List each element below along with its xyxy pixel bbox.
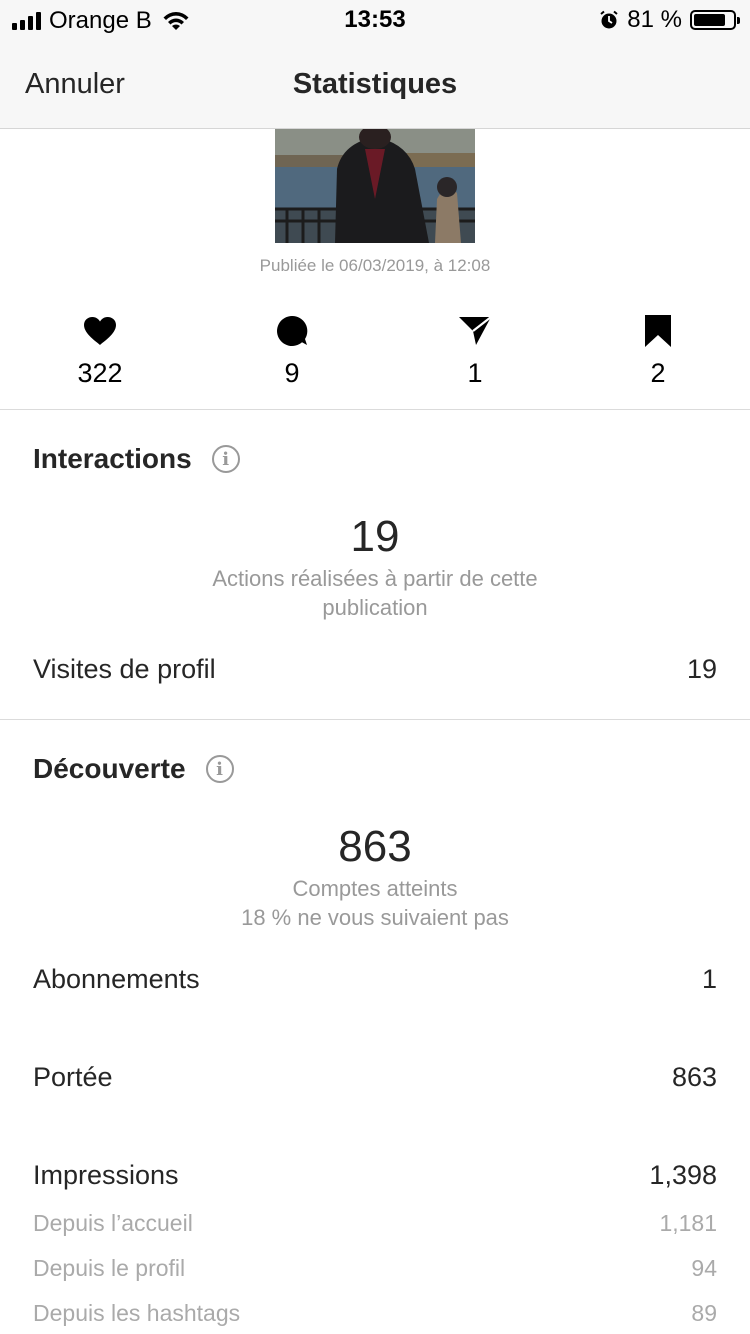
interactions-title: Interactions i — [33, 443, 240, 475]
battery-percent: 81 % — [627, 6, 682, 33]
stat-label: Impressions — [33, 1160, 179, 1190]
discovery-caption-1: Comptes atteints — [292, 876, 458, 901]
comments-value: 9 — [284, 358, 300, 388]
interactions-caption-2: publication — [322, 595, 428, 620]
info-icon[interactable]: i — [205, 755, 234, 783]
stat-value: 19 — [686, 654, 717, 684]
stat-subrow-hashtags: Depuis les hashtags 89 — [33, 1300, 717, 1327]
share-icon — [459, 316, 492, 345]
shares-value: 1 — [467, 358, 483, 388]
comments-count: 9 — [232, 312, 352, 389]
battery-icon — [690, 10, 740, 30]
stat-subrow-home: Depuis l’accueil 1,181 — [33, 1210, 717, 1237]
status-bar: Orange B 13:53 81 % — [0, 0, 750, 40]
likes-value: 322 — [77, 358, 123, 388]
stat-row-follows: Abonnements 1 — [33, 964, 717, 995]
post-counts: 322 9 1 2 — [0, 312, 750, 392]
discovery-title: Découverte i — [33, 753, 234, 785]
stat-value: 89 — [691, 1300, 717, 1326]
stat-row-profile-visits: Visites de profil 19 — [33, 654, 717, 685]
interactions-title-text: Interactions — [33, 443, 192, 474]
divider — [0, 719, 750, 720]
stat-subrow-profile: Depuis le profil 94 — [33, 1255, 717, 1282]
divider — [0, 409, 750, 410]
shares-count: 1 — [415, 312, 535, 389]
interactions-total: 19 — [350, 512, 400, 561]
saves-count: 2 — [598, 312, 718, 389]
discovery-caption-2: 18 % ne vous suivaient pas — [241, 905, 509, 930]
stat-value: 1,398 — [649, 1160, 717, 1190]
stat-label: Visites de profil — [33, 654, 216, 684]
alarm-icon — [600, 10, 618, 29]
page-title: Statistiques — [292, 68, 458, 100]
stat-value: 863 — [671, 1062, 717, 1092]
stat-value: 1 — [701, 964, 717, 994]
post-publish-date: Publiée le 06/03/2019, à 12:08 — [259, 256, 491, 275]
saves-value: 2 — [650, 358, 666, 388]
discovery-total: 863 — [338, 822, 412, 871]
stat-value: 94 — [691, 1255, 717, 1281]
status-right: 81 % — [599, 6, 740, 34]
likes-count: 322 — [40, 312, 160, 389]
post-thumbnail[interactable] — [275, 129, 475, 243]
stat-label: Depuis l’accueil — [33, 1210, 193, 1236]
interactions-caption-1: Actions réalisées à partir de cette — [212, 566, 538, 591]
discovery-title-text: Découverte — [33, 753, 186, 784]
comment-icon — [277, 315, 308, 346]
stat-label: Depuis les hashtags — [33, 1300, 241, 1326]
stat-label: Depuis le profil — [33, 1255, 186, 1281]
info-icon[interactable]: i — [211, 445, 240, 473]
nav-bar: Annuler Statistiques — [0, 40, 750, 129]
heart-icon — [84, 317, 116, 345]
stat-value: 1,181 — [659, 1210, 717, 1236]
stat-row-impressions: Impressions 1,398 — [33, 1160, 717, 1191]
stat-label: Portée — [33, 1062, 113, 1092]
bookmark-icon — [645, 315, 671, 347]
post-photo — [275, 129, 475, 243]
stat-label: Abonnements — [33, 964, 200, 994]
stat-row-reach: Portée 863 — [33, 1062, 717, 1093]
